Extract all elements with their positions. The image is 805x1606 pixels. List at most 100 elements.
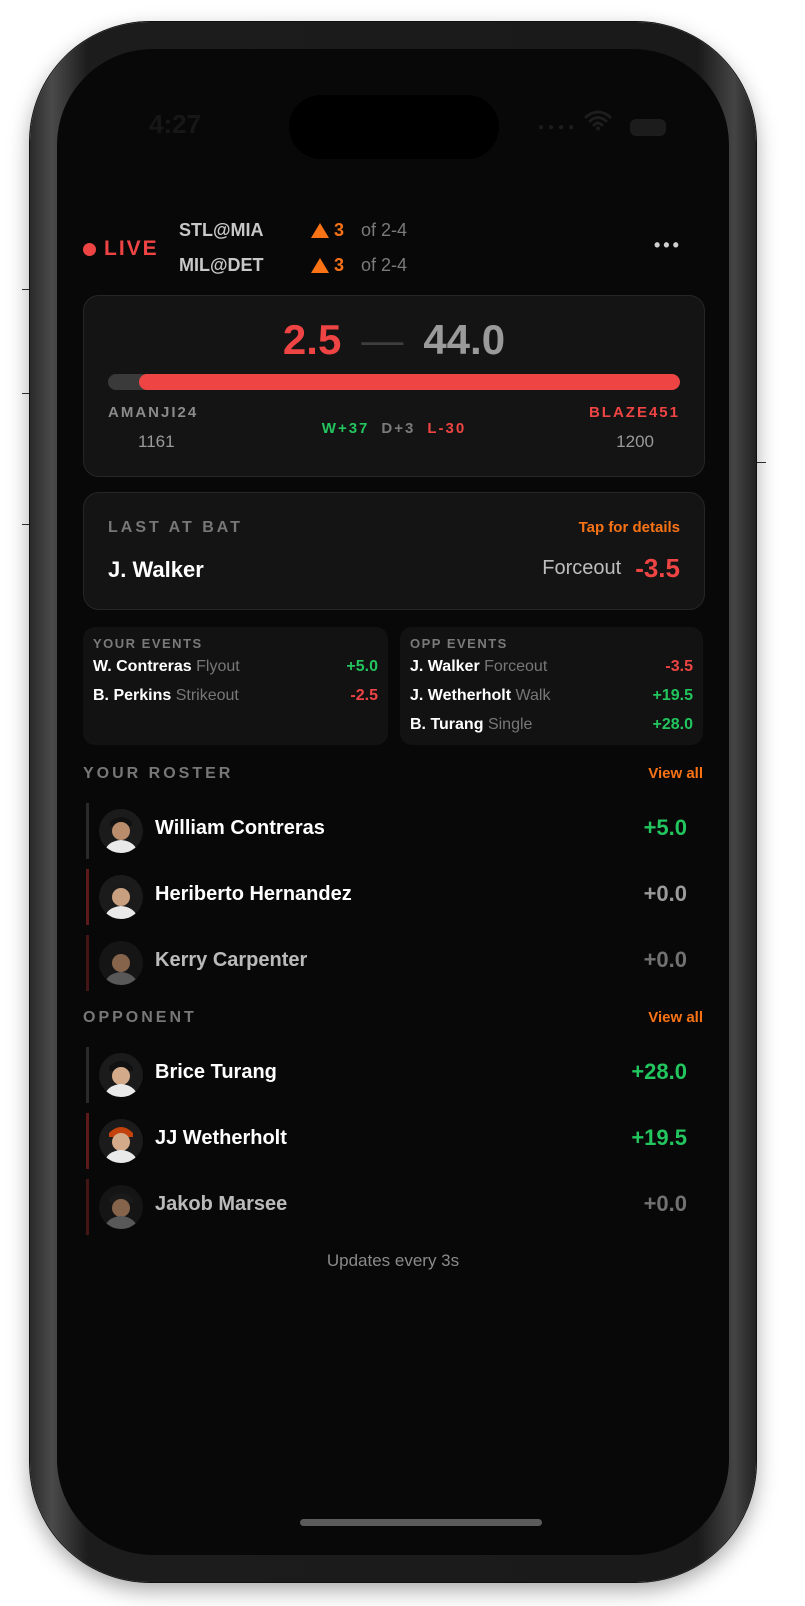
game-inning: 3 [334,220,345,240]
player-name: William Contreras [155,817,325,839]
last-at-bat-title: LAST AT BAT [108,519,243,536]
player-headshot-icon [104,1061,138,1097]
last-at-bat-player: J. Walker [108,557,204,582]
roster-player-row[interactable]: William Contreras +5.0 [83,803,703,859]
more-options-icon[interactable]: ••• [654,235,682,256]
player-points: +19.5 [631,1125,687,1150]
opp-events-panel: OPP EVENTS J. Walker Forceout -3.5 J. We… [400,627,703,745]
player-name: Brice Turang [155,1061,277,1083]
player-avatar [99,875,143,919]
score-line: 2.5 — 44.0 [84,316,704,364]
event-player: B. Perkins [93,687,172,704]
opponent-player-row[interactable]: Jakob Marsee +0.0 [83,1179,703,1235]
event-points: -2.5 [350,687,378,704]
player-avatar [99,1119,143,1163]
score-left: 2.5 [282,316,342,363]
event-type: Walk [515,687,551,704]
game-range: of 2-4 [361,255,408,275]
player-points: +0.0 [643,881,687,906]
opponent-player-row[interactable]: JJ Wetherholt +19.5 [83,1113,703,1169]
last-at-bat-points: -3.5 [635,553,680,583]
player-headshot-icon [104,1127,138,1163]
opp-events-title: OPP EVENTS [410,636,508,651]
event-row: W. Contreras Flyout +5.0 [93,658,378,676]
player-name: Heriberto Hernandez [155,883,352,905]
row-edge [86,1179,89,1235]
event-type: Forceout [484,658,548,675]
row-edge [86,1113,89,1169]
right-player-elo: 1200 [616,432,654,451]
record-wins: W+37 [321,420,370,437]
game-row[interactable]: MIL@DET 3 of 2-4 [179,255,407,276]
game-inning: 3 [334,255,345,275]
player-avatar [99,1053,143,1097]
head-to-head-record: W+37 D+3 L-30 [84,420,704,437]
player-points: +0.0 [643,1191,687,1216]
score-bar [108,374,680,390]
record-draws: D+3 [381,420,416,437]
game-range: of 2-4 [361,220,408,240]
player-headshot-icon [104,817,138,853]
roster-player-row[interactable]: Kerry Carpenter +0.0 [83,935,703,991]
player-name: Kerry Carpenter [155,949,308,971]
event-type: Flyout [196,658,240,675]
left-player-name: AMANJI24 [108,404,199,421]
last-at-bat-card[interactable]: LAST AT BAT Tap for details J. Walker Fo… [83,492,705,610]
live-dot-icon [83,242,96,256]
event-player: W. Contreras [93,658,192,675]
tap-for-details-link[interactable]: Tap for details [579,519,680,536]
event-player: J. Wetherholt [410,687,512,704]
event-type: Strikeout [175,687,239,704]
event-player: B. Turang [410,716,484,733]
event-points: +28.0 [652,716,693,733]
event-player: J. Walker [410,658,480,675]
player-avatar [99,941,143,985]
scoreboard-card: 2.5 — 44.0 AMANJI24 1161 W+37 D+3 L-30 B… [83,295,705,477]
roster-player-row[interactable]: Heriberto Hernandez +0.0 [83,869,703,925]
home-indicator[interactable] [300,1519,542,1526]
app-content: LIVE STL@MIA 3 of 2-4 MIL@DET 3 of 2-4 •… [57,49,729,1555]
live-label: LIVE [104,237,159,260]
right-player-name: BLAZE451 [588,404,680,421]
player-points: +5.0 [643,815,687,840]
player-points: +0.0 [643,947,687,972]
your-events-title: YOUR EVENTS [93,636,203,651]
player-name: JJ Wetherholt [155,1127,287,1149]
event-points: +19.5 [652,687,693,704]
event-row: B. Perkins Strikeout -2.5 [93,687,378,705]
inning-top-icon [311,223,329,238]
live-indicator: LIVE [83,237,159,261]
event-row: J. Walker Forceout -3.5 [410,658,693,676]
score-bar-opponent-fill [138,374,680,390]
player-avatar [99,1185,143,1229]
score-separator: — [361,316,404,363]
last-at-bat-event: Forceout [542,557,622,579]
event-points: -3.5 [665,658,693,675]
event-points: +5.0 [346,658,378,675]
margin-tick [22,524,30,525]
phone-frame: 4:27 ●●●● LIVE STL@MIA 3 of 2-4 MIL@DET [30,22,756,1582]
game-code: MIL@DET [179,255,264,275]
opponent-title: OPPONENT [83,1009,197,1026]
opponent-player-row[interactable]: Brice Turang +28.0 [83,1047,703,1103]
score-right: 44.0 [423,316,506,363]
update-interval-note: Updates every 3s [326,1251,460,1270]
last-at-bat-result: Forceout -3.5 [542,553,680,584]
player-name: Jakob Marsee [155,1193,288,1215]
screen: 4:27 ●●●● LIVE STL@MIA 3 of 2-4 MIL@DET [57,49,729,1555]
event-row: B. Turang Single +28.0 [410,716,693,734]
game-code: STL@MIA [179,220,264,240]
row-edge [86,935,89,991]
player-points: +28.0 [631,1059,687,1084]
game-row[interactable]: STL@MIA 3 of 2-4 [179,220,407,241]
your-events-panel: YOUR EVENTS W. Contreras Flyout +5.0 B. … [83,627,388,745]
your-roster-view-all-link[interactable]: View all [648,765,703,782]
row-edge [86,869,89,925]
opponent-view-all-link[interactable]: View all [648,1009,703,1026]
margin-tick [22,289,30,290]
margin-tick [22,393,30,394]
player-headshot-icon [104,883,138,919]
event-type: Single [487,716,533,733]
record-losses: L-30 [427,420,467,437]
margin-tick [756,462,766,463]
